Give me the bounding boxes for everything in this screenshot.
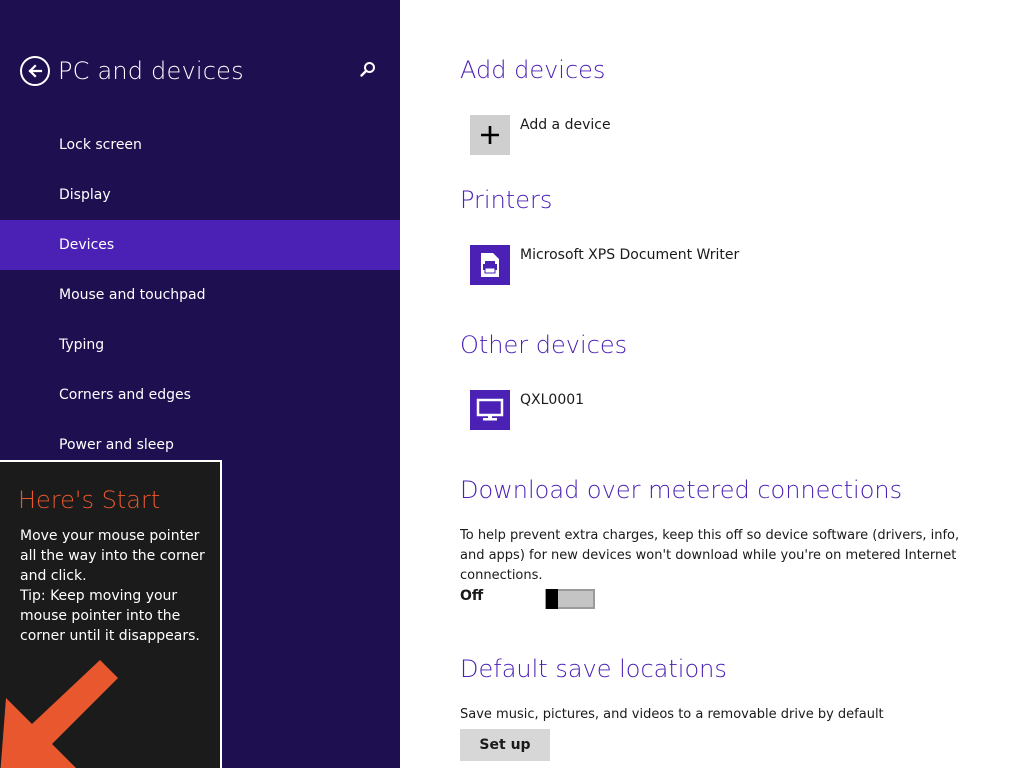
back-button[interactable] xyxy=(20,56,50,86)
nav-item-typing[interactable]: Typing xyxy=(0,320,400,370)
nav-item-corners-and-edges[interactable]: Corners and edges xyxy=(0,370,400,420)
start-tip-overlay[interactable]: Here's Start Move your mouse pointer all… xyxy=(0,460,222,768)
tip-title: Here's Start xyxy=(18,486,161,514)
printer-item[interactable]: Microsoft XPS Document Writer xyxy=(470,245,739,285)
nav-item-devices[interactable]: Devices xyxy=(0,220,400,270)
printer-tile xyxy=(470,245,510,285)
corner-arrow-icon xyxy=(0,660,118,768)
tip-hint: Tip: Keep moving your mouse pointer into… xyxy=(20,588,200,644)
save-locations-description: Save music, pictures, and videos to a re… xyxy=(460,707,884,722)
printer-icon xyxy=(481,253,499,277)
page-title: PC and devices xyxy=(58,57,244,85)
save-locations-heading: Default save locations xyxy=(460,655,727,683)
nav-item-lock-screen[interactable]: Lock screen xyxy=(0,120,400,170)
add-device-tile xyxy=(470,115,510,155)
add-devices-heading: Add devices xyxy=(460,56,606,84)
metered-description: To help prevent extra charges, keep this… xyxy=(460,528,960,583)
nav-item-mouse-and-touchpad[interactable]: Mouse and touchpad xyxy=(0,270,400,320)
nav-header: PC and devices xyxy=(20,54,390,88)
printer-name: Microsoft XPS Document Writer xyxy=(520,247,740,263)
metered-toggle-state: Off xyxy=(460,588,484,604)
tip-body: Move your mouse pointer all the way into… xyxy=(20,526,210,646)
metered-heading: Download over metered connections xyxy=(460,476,903,504)
printers-heading: Printers xyxy=(460,186,553,214)
toggle-thumb[interactable] xyxy=(546,589,558,609)
monitor-icon xyxy=(476,398,504,421)
other-device-name: QXL0001 xyxy=(520,392,585,408)
display-device-tile xyxy=(470,390,510,430)
metered-toggle[interactable] xyxy=(545,589,595,609)
add-device-button[interactable]: Add a device xyxy=(470,115,611,155)
main-content: Add devices Add a device Printers Micros… xyxy=(460,0,1000,768)
search-icon xyxy=(360,62,375,77)
back-arrow-icon xyxy=(28,64,43,78)
set-up-button[interactable]: Set up xyxy=(460,729,550,761)
tip-instruction: Move your mouse pointer all the way into… xyxy=(20,528,205,584)
other-devices-heading: Other devices xyxy=(460,331,628,359)
nav-item-display[interactable]: Display xyxy=(0,170,400,220)
search-button[interactable] xyxy=(358,60,378,80)
add-device-label: Add a device xyxy=(520,117,611,133)
plus-icon xyxy=(481,126,499,144)
other-device-item[interactable]: QXL0001 xyxy=(470,390,584,430)
nav-list: Lock screen Display Devices Mouse and to… xyxy=(0,120,400,470)
